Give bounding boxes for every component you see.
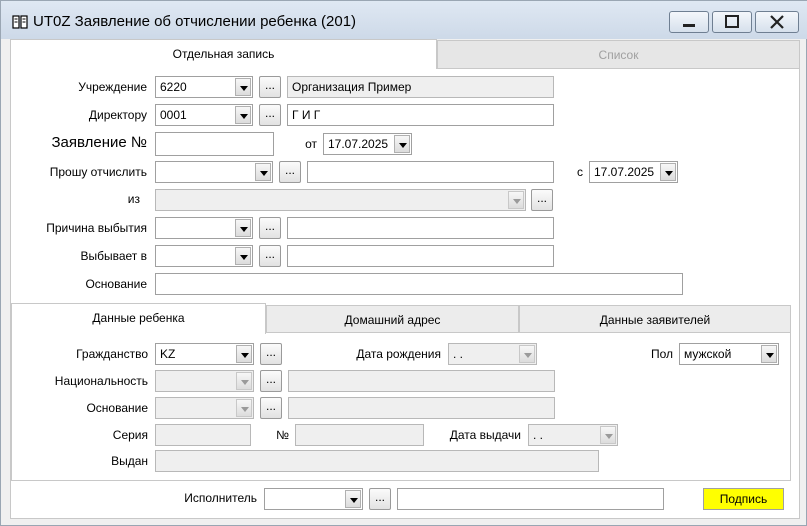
chevron-down-icon[interactable] <box>345 490 361 508</box>
director-lookup-button[interactable]: ... <box>259 104 281 126</box>
tab-list[interactable]: Список <box>437 40 800 69</box>
executor-label: Исполнитель <box>184 491 257 505</box>
series-label: Серия <box>112 428 148 442</box>
expel-lookup-button[interactable]: ... <box>279 161 301 183</box>
birthdate-value: . . <box>453 347 464 361</box>
institution-label: Учреждение <box>78 80 147 94</box>
expel-code-select[interactable] <box>155 161 273 183</box>
doc-number-input[interactable] <box>295 424 424 446</box>
institution-name-field: Организация Пример <box>287 76 554 98</box>
basis-input[interactable] <box>155 273 683 295</box>
application-date-value: 17.07.2025 <box>328 137 389 151</box>
series-input[interactable] <box>155 424 251 446</box>
citizenship-label: Гражданство <box>76 347 148 361</box>
birthdate-picker[interactable]: . . <box>448 343 537 365</box>
issued-by-input[interactable] <box>155 450 599 472</box>
institution-code-select[interactable]: 6220 <box>155 76 253 98</box>
minimize-button[interactable] <box>669 11 709 33</box>
issue-date-picker[interactable]: . . <box>528 424 618 446</box>
citizenship-select[interactable]: KZ <box>155 343 254 365</box>
from-where-lookup-button[interactable]: ... <box>531 189 553 211</box>
since-date-value: 17.07.2025 <box>594 165 655 179</box>
leaves-to-name-field[interactable] <box>287 245 554 267</box>
doc-basis-name-field <box>288 397 555 419</box>
from-where-label: из <box>127 192 140 206</box>
issue-date-value: . . <box>533 428 544 442</box>
gender-select[interactable]: мужской <box>679 343 779 365</box>
chevron-down-icon[interactable] <box>235 78 251 96</box>
tab-child-data[interactable]: Данные ребенка <box>11 303 266 334</box>
maximize-button[interactable] <box>712 11 752 33</box>
leaves-to-label: Выбывает в <box>80 249 147 263</box>
reason-lookup-button[interactable]: ... <box>259 217 281 239</box>
chevron-down-icon[interactable] <box>235 247 251 265</box>
book-icon <box>12 15 28 29</box>
chevron-down-icon[interactable] <box>600 426 616 444</box>
application-number-input[interactable] <box>155 132 274 156</box>
minimize-icon <box>683 24 695 27</box>
executor-name-field[interactable] <box>397 488 664 510</box>
director-name-field[interactable]: Г И Г <box>287 104 554 126</box>
close-button[interactable] <box>755 11 799 33</box>
chevron-down-icon[interactable] <box>236 399 252 417</box>
issue-date-label: Дата выдачи <box>449 428 521 442</box>
tab-applicants-data[interactable]: Данные заявителей <box>519 305 791 333</box>
application-window: UT0Z Заявление об отчислении ребенка (20… <box>0 0 807 526</box>
from-where-select[interactable] <box>155 189 526 211</box>
chevron-down-icon[interactable] <box>236 345 252 363</box>
doc-basis-label: Основание <box>86 401 148 415</box>
nationality-name-field <box>288 370 555 392</box>
chevron-down-icon[interactable] <box>255 163 271 181</box>
from-label: от <box>305 137 317 151</box>
close-icon <box>770 15 784 29</box>
citizenship-lookup-button[interactable]: ... <box>260 343 282 365</box>
institution-lookup-button[interactable]: ... <box>259 76 281 98</box>
expel-name-field[interactable] <box>307 161 554 183</box>
chevron-down-icon[interactable] <box>235 219 251 237</box>
since-date-picker[interactable]: 17.07.2025 <box>589 161 678 183</box>
leaves-to-lookup-button[interactable]: ... <box>259 245 281 267</box>
chevron-down-icon[interactable] <box>235 106 251 124</box>
doc-basis-lookup-button[interactable]: ... <box>260 397 282 419</box>
issued-by-label: Выдан <box>111 454 148 468</box>
gender-value: мужской <box>684 347 732 361</box>
basis-label: Основание <box>85 277 147 291</box>
nationality-lookup-button[interactable]: ... <box>260 370 282 392</box>
since-label: с <box>577 165 583 179</box>
nationality-select[interactable] <box>155 370 254 392</box>
citizenship-value: KZ <box>160 347 176 361</box>
doc-number-label: № <box>276 428 289 442</box>
chevron-down-icon[interactable] <box>394 135 410 153</box>
sign-button[interactable]: Подпись <box>703 488 784 510</box>
doc-basis-select[interactable] <box>155 397 254 419</box>
leaves-to-code-select[interactable] <box>155 245 253 267</box>
expel-label: Прошу отчислить <box>49 165 147 179</box>
reason-label: Причина выбытия <box>46 221 147 235</box>
birthdate-label: Дата рождения <box>356 347 441 361</box>
application-date-picker[interactable]: 17.07.2025 <box>323 133 412 155</box>
executor-select[interactable] <box>264 488 363 510</box>
chevron-down-icon[interactable] <box>660 163 676 181</box>
director-code-select[interactable]: 0001 <box>155 104 253 126</box>
chevron-down-icon[interactable] <box>761 345 777 363</box>
maximize-icon <box>725 15 739 28</box>
institution-code-value: 6220 <box>160 80 187 94</box>
nationality-label: Национальность <box>54 374 148 388</box>
gender-label: Пол <box>650 347 673 361</box>
reason-code-select[interactable] <box>155 217 253 239</box>
window-title: UT0Z Заявление об отчислении ребенка (20… <box>33 13 357 30</box>
chevron-down-icon[interactable] <box>519 345 535 363</box>
executor-lookup-button[interactable]: ... <box>369 488 391 510</box>
title-bar[interactable]: UT0Z Заявление об отчислении ребенка (20… <box>1 1 807 39</box>
chevron-down-icon[interactable] <box>508 191 524 209</box>
director-code-value: 0001 <box>160 108 187 122</box>
director-label: Директору <box>88 108 147 122</box>
chevron-down-icon[interactable] <box>236 372 252 390</box>
reason-name-field[interactable] <box>287 217 554 239</box>
application-number-label: Заявление № <box>51 134 147 151</box>
tab-single-record[interactable]: Отдельная запись <box>10 39 437 69</box>
tab-home-address[interactable]: Домашний адрес <box>266 305 519 333</box>
